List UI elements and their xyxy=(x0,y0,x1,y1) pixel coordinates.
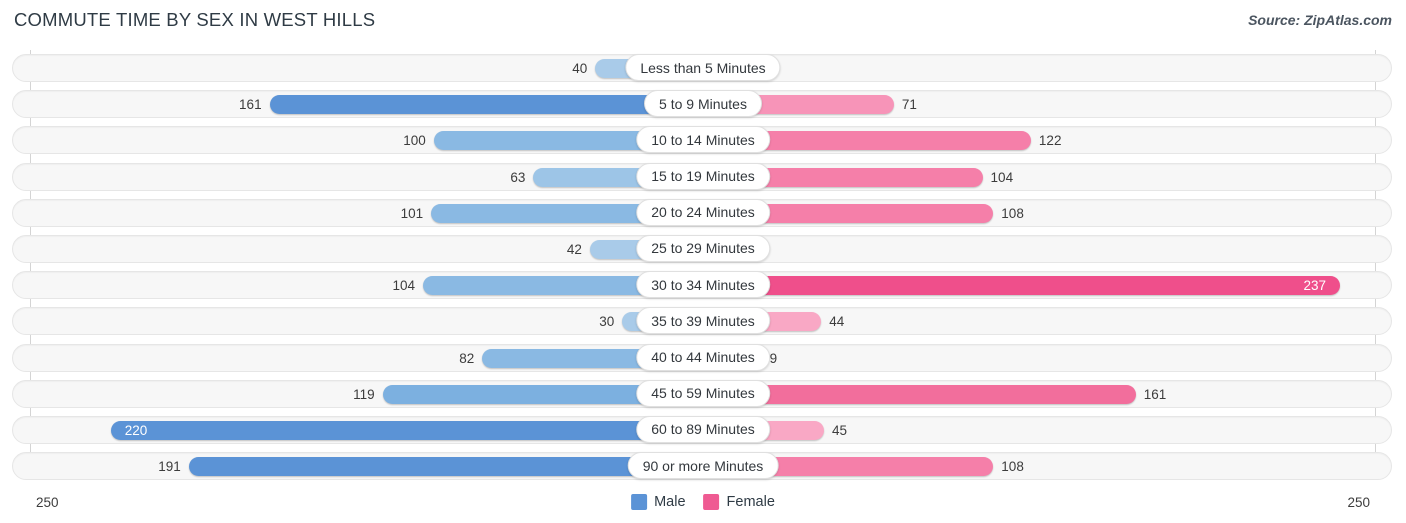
table-row: 161 71 5 to 9 Minutes xyxy=(0,86,1406,122)
bar-value-male: 101 xyxy=(400,205,424,221)
category-label: 30 to 34 Minutes xyxy=(636,271,770,299)
table-row: 30 44 35 to 39 Minutes xyxy=(0,303,1406,339)
table-row: 4012Less than 5 Minutes xyxy=(0,50,1406,86)
bar-value-male: 63 xyxy=(510,169,526,185)
category-label: 10 to 14 Minutes xyxy=(636,126,770,154)
legend-item-female[interactable]: Female xyxy=(703,494,775,510)
bar-value-male: 191 xyxy=(158,459,181,475)
bar-value-male: 82 xyxy=(459,350,475,366)
category-label: 60 to 89 Minutes xyxy=(636,415,770,443)
axis-max-right: 250 xyxy=(1347,495,1370,510)
bar-value-male: 100 xyxy=(403,133,426,149)
plot-area: 4012Less than 5 Minutes 161 71 5 to 9 Minut… xyxy=(0,50,1406,482)
chart-root: COMMUTE TIME BY SEX IN WEST HILLS Source… xyxy=(0,0,1406,523)
bar-value-female: 237 xyxy=(1303,278,1327,294)
bar-value-female: 108 xyxy=(1001,205,1024,221)
bar-male[interactable] xyxy=(110,420,703,440)
chart-footer: 250 Male Female 250 xyxy=(0,491,1406,519)
bar-value-female: 45 xyxy=(831,422,847,438)
category-label: 45 to 59 Minutes xyxy=(636,379,770,407)
bar-value-female: 71 xyxy=(901,97,917,113)
table-row: 191 108 90 or more Minutes xyxy=(0,448,1406,484)
bar-value-male: 30 xyxy=(599,314,615,330)
category-label: 90 or more Minutes xyxy=(627,452,779,480)
bar-male[interactable] xyxy=(188,457,703,477)
table-row: 104 237 30 to 34 Minutes xyxy=(0,267,1406,303)
bar-female[interactable] xyxy=(703,276,1341,296)
bar-value-male: 42 xyxy=(566,241,582,257)
legend-label-female: Female xyxy=(726,494,775,510)
table-row: 100 122 10 to 14 Minutes xyxy=(0,122,1406,158)
table-row: 220 45 60 to 89 Minutes xyxy=(0,412,1406,448)
legend-label-male: Male xyxy=(654,494,686,510)
bar-value-male: 119 xyxy=(353,386,375,402)
bar-male[interactable] xyxy=(269,95,703,115)
legend-item-male[interactable]: Male xyxy=(631,494,686,510)
chart-header: COMMUTE TIME BY SEX IN WEST HILLS Source… xyxy=(0,0,1406,40)
axis-max-left: 250 xyxy=(36,495,59,510)
category-label: 15 to 19 Minutes xyxy=(636,162,770,190)
legend-swatch-female xyxy=(703,494,720,510)
page-title: COMMUTE TIME BY SEX IN WEST HILLS xyxy=(14,9,376,30)
table-row: 119 161 45 to 59 Minutes xyxy=(0,376,1406,412)
bar-value-female: 104 xyxy=(990,169,1014,185)
legend-swatch-male xyxy=(631,494,648,510)
bar-value-male: 40 xyxy=(572,61,588,76)
bar-value-male: 220 xyxy=(124,422,148,438)
table-row: 101 108 20 to 24 Minutes xyxy=(0,195,1406,231)
category-label: Less than 5 Minutes xyxy=(625,54,781,81)
source-attribution: Source: ZipAtlas.com xyxy=(1248,12,1392,28)
category-label: 20 to 24 Minutes xyxy=(636,198,770,226)
bar-value-female: 44 xyxy=(829,314,845,330)
chart-legend: Male Female xyxy=(631,494,775,510)
bar-value-male: 161 xyxy=(239,97,262,113)
category-label: 35 to 39 Minutes xyxy=(636,307,770,335)
bar-value-male: 104 xyxy=(392,278,416,294)
category-label: 40 to 44 Minutes xyxy=(636,343,770,371)
table-row: 63 104 15 to 19 Minutes xyxy=(0,159,1406,195)
table-row: 42025 to 29 Minutes xyxy=(0,231,1406,267)
category-label: 5 to 9 Minutes xyxy=(644,90,762,118)
category-label: 25 to 29 Minutes xyxy=(636,234,770,262)
bar-value-female: 161 xyxy=(1143,386,1167,402)
bar-rows: 4012Less than 5 Minutes 161 71 5 to 9 Minut… xyxy=(0,50,1406,484)
bar-value-female: 122 xyxy=(1038,133,1062,149)
bar-value-female: 108 xyxy=(1001,459,1024,475)
table-row: 821940 to 44 Minutes xyxy=(0,340,1406,376)
